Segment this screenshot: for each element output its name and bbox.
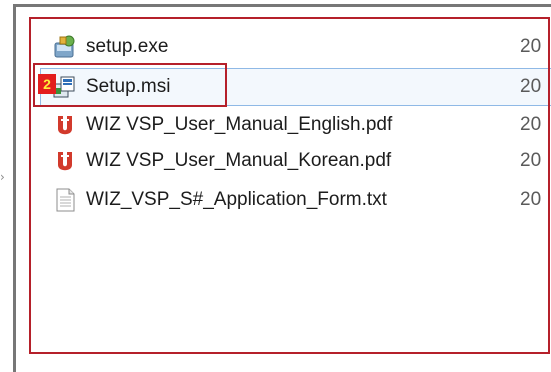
step-highlight-box — [33, 63, 227, 107]
expand-arrow-icon[interactable]: › — [0, 170, 10, 184]
step-number-badge: 2 — [38, 74, 56, 94]
